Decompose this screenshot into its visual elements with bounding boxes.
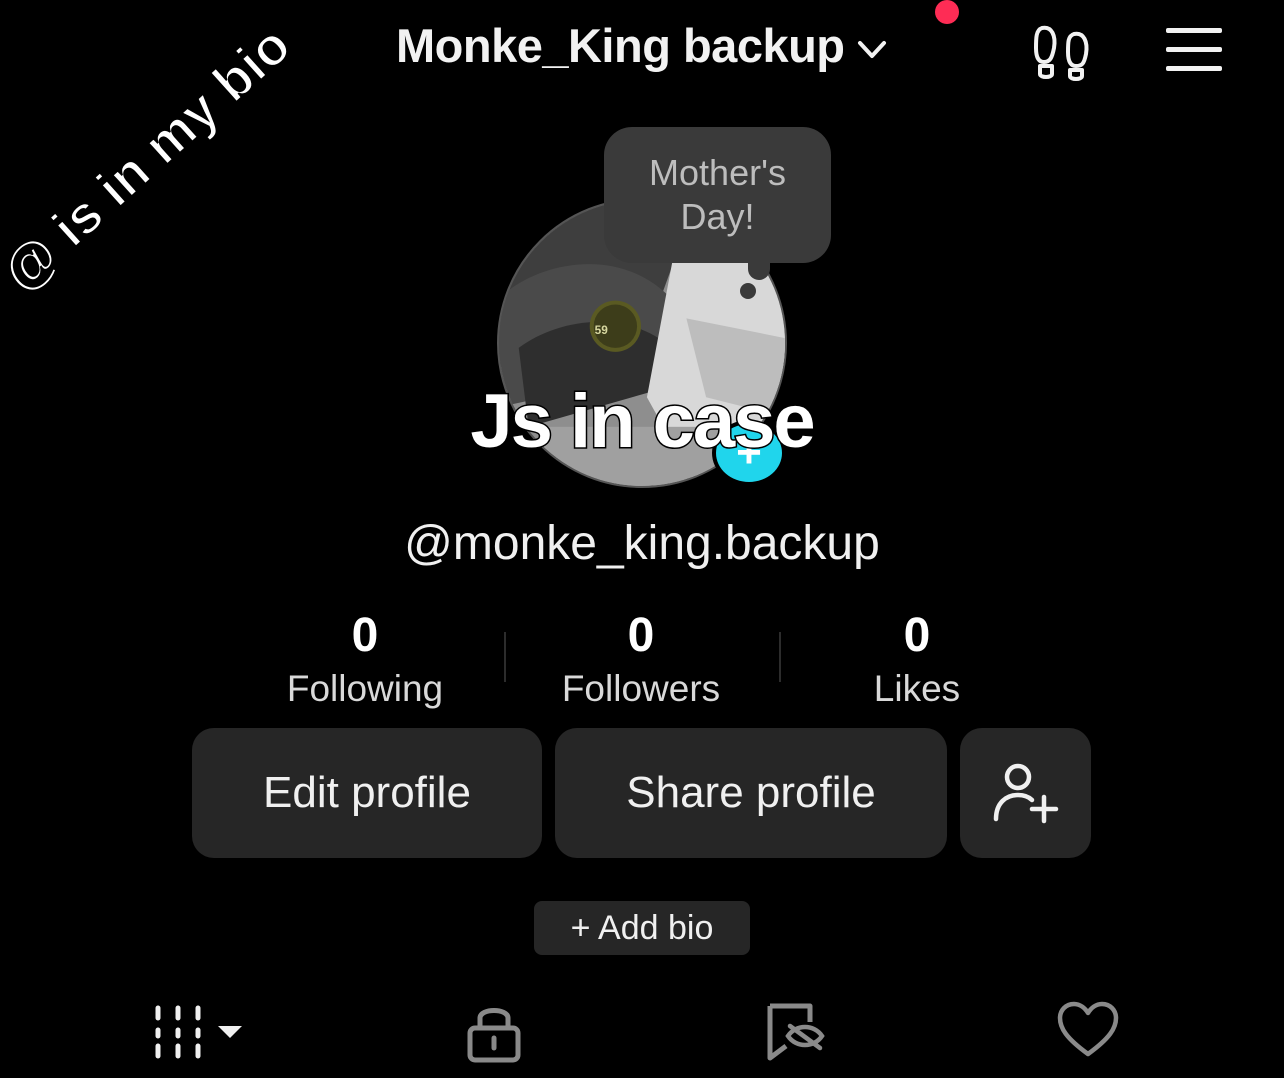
heart-icon [1057,1001,1119,1057]
tab-liked[interactable] [1056,1000,1120,1060]
add-person-icon [993,763,1058,824]
chevron-down-icon [857,40,886,58]
add-bio-button[interactable]: + Add bio [534,901,750,955]
tab-videos[interactable] [152,1000,244,1062]
hidden-bookmark-icon [767,1003,825,1061]
avatar-note-text: Mother's Day! [649,152,786,237]
profile-page: Monke_King backup @ is in my bio 59 Moth… [0,0,1284,1078]
stat-value: 0 [351,609,379,662]
account-switcher[interactable]: Monke_King backup [396,18,889,73]
stat-divider [504,632,506,682]
caption-overlay: Js in case [469,378,817,466]
bubble-dot [740,283,756,299]
bubble-tail [748,258,770,280]
stat-followers[interactable]: 0 Followers [511,608,771,710]
username[interactable]: @monke_king.backup [0,516,1284,571]
hamburger-menu-icon[interactable] [1164,26,1224,74]
stat-value: 0 [903,609,931,662]
stat-likes[interactable]: 0 Likes [787,608,1047,710]
stat-label: Followers [561,668,721,709]
edit-profile-label: Edit profile [263,768,471,817]
stat-label: Likes [873,668,961,709]
svg-text:59: 59 [595,323,609,337]
stat-label: Following [286,668,444,709]
account-title: Monke_King backup [396,19,845,72]
avatar-note-bubble[interactable]: Mother's Day! [604,127,831,263]
tab-saved[interactable] [764,1000,828,1064]
tab-private[interactable] [466,1000,522,1064]
grid-videos-icon [155,1005,242,1059]
stat-value: 0 [627,609,655,662]
lock-icon [467,1008,521,1063]
diagonal-overlay-text: @ is in my bio [0,14,303,305]
edit-profile-button[interactable]: Edit profile [192,728,542,858]
stat-following[interactable]: 0 Following [235,608,495,710]
footprints-icon[interactable] [1030,22,1094,82]
share-profile-button[interactable]: Share profile [555,728,947,858]
share-profile-label: Share profile [626,768,876,817]
stat-divider [779,632,781,682]
add-friends-button[interactable] [960,728,1091,858]
notification-dot [935,0,959,24]
